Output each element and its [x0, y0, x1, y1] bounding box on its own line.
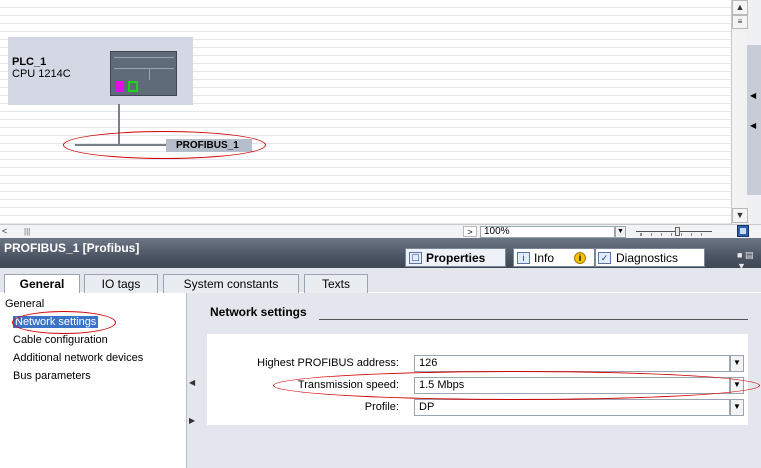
highest-address-select[interactable]: 126	[414, 355, 730, 372]
diagnostics-icon: ✓	[598, 252, 611, 264]
collapse-left-icon[interactable]: ◀	[189, 378, 195, 387]
nav-item-bus-parameters[interactable]: Bus parameters	[13, 370, 91, 382]
module-slot-line	[114, 68, 174, 69]
inspector-header: PROFIBUS_1 [Profibus] ☐ Properties i Inf…	[0, 238, 761, 271]
canvas-status-bar: < ||| > 100% ▼	[0, 224, 761, 238]
subtab-system-constants[interactable]: System constants	[163, 274, 299, 293]
zoom-input[interactable]: 100%	[480, 226, 615, 238]
scroll-right-icon[interactable]: >	[463, 226, 477, 237]
plc-device[interactable]: PLC_1 CPU 1214C	[8, 37, 193, 105]
network-settings-group: Highest PROFIBUS address: 126 ▼ Transmis…	[207, 334, 760, 425]
scroll-down-icon[interactable]: ▼	[732, 208, 748, 223]
property-navigation: General Network settings Cable configura…	[0, 293, 186, 468]
tab-label: Properties	[426, 251, 486, 265]
horizontal-scroll-thumb[interactable]: |||	[24, 226, 36, 237]
section-divider	[319, 319, 748, 320]
tab-info[interactable]: i Info i	[513, 248, 595, 267]
properties-icon: ☐	[409, 252, 422, 264]
section-title: Network settings	[210, 305, 307, 319]
cpu-module-icon[interactable]	[110, 51, 177, 96]
zoom-dropdown-icon[interactable]: ▼	[615, 226, 626, 238]
inspector-window: PROFIBUS_1 [Profibus] ☐ Properties i Inf…	[0, 238, 761, 468]
plc-type: CPU 1214C	[12, 68, 71, 80]
subtab-general[interactable]: General	[4, 274, 80, 294]
inspector-title: PROFIBUS_1 [Profibus]	[4, 241, 140, 255]
tab-diagnostics[interactable]: ✓ Diagnostics	[595, 248, 705, 267]
chevron-down-icon[interactable]: ▼	[730, 355, 744, 372]
subtab-bar: General IO tags System constants Texts	[0, 268, 761, 294]
fit-view-icon[interactable]	[737, 225, 749, 237]
annotation-ellipse	[63, 131, 266, 159]
nav-item-cable-configuration[interactable]: Cable configuration	[13, 334, 108, 346]
subtab-texts[interactable]: Texts	[304, 274, 368, 293]
network-data-side-tab[interactable]: ◀ ◀	[747, 45, 761, 195]
collapse-left-icon[interactable]: ◀	[750, 121, 756, 130]
subtab-io-tags[interactable]: IO tags	[84, 274, 158, 293]
property-content: Network settings Highest PROFIBUS addres…	[196, 293, 761, 468]
network-view-canvas[interactable]: PLC_1 CPU 1214C PROFIBUS_1	[0, 0, 731, 224]
tab-properties[interactable]: ☐ Properties	[405, 248, 506, 267]
expand-right-icon[interactable]: ▶	[189, 416, 195, 425]
collapse-left-icon[interactable]: ◀	[750, 91, 756, 100]
zoom-slider[interactable]	[636, 231, 712, 232]
module-slot-line	[114, 57, 174, 58]
tab-label: Diagnostics	[616, 251, 679, 265]
annotation-ellipse	[12, 311, 116, 334]
scroll-thumb[interactable]: ≡	[732, 15, 748, 29]
tab-label: Info	[534, 251, 555, 265]
vertical-scrollbar[interactable]: ▲ ≡ ▼	[731, 0, 748, 224]
pane-splitter[interactable]: ◀ ▶	[186, 293, 196, 468]
annotation-ellipse	[273, 371, 760, 400]
nav-item-general[interactable]: General	[5, 298, 44, 310]
profile-label: Profile:	[364, 401, 399, 413]
zoom-slider-handle[interactable]	[675, 227, 680, 236]
highest-address-label: Highest PROFIBUS address:	[257, 357, 399, 369]
nav-item-additional-network-devices[interactable]: Additional network devices	[13, 352, 143, 364]
info-badge-icon: i	[574, 252, 586, 264]
info-icon: i	[517, 252, 530, 264]
scroll-up-icon[interactable]: ▲	[732, 0, 748, 15]
profinet-port-icon[interactable]	[128, 81, 138, 92]
profibus-port-icon[interactable]	[115, 81, 124, 92]
module-slot-divider	[149, 68, 150, 80]
plc-name: PLC_1	[12, 56, 47, 68]
profile-select[interactable]: DP	[414, 399, 730, 416]
chevron-down-icon[interactable]: ▼	[730, 399, 744, 416]
scroll-left-icon[interactable]: <	[2, 226, 12, 237]
